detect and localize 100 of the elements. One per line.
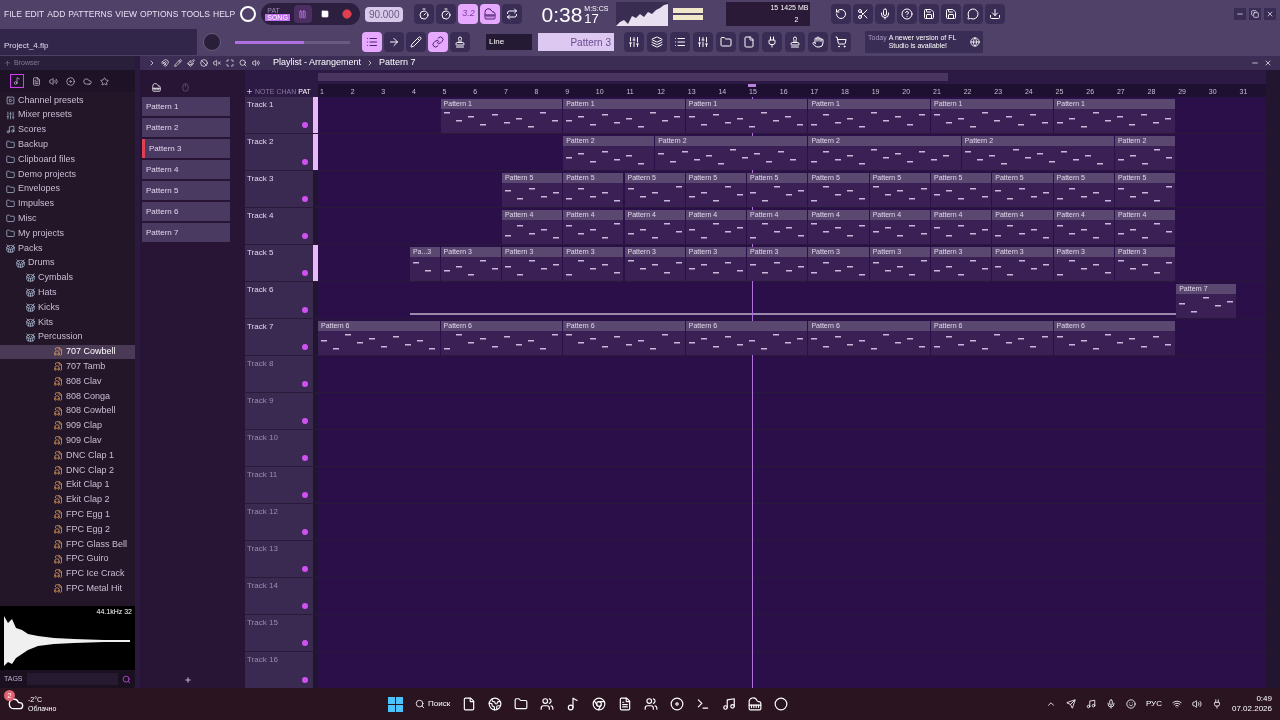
download-button[interactable]: [985, 4, 1006, 24]
browser-item[interactable]: Envelopes: [0, 181, 135, 197]
master-volume-slider[interactable]: [235, 40, 350, 44]
all-tab[interactable]: [10, 74, 24, 88]
volume-icon[interactable]: [1191, 699, 1202, 709]
browser-item[interactable]: Scores: [0, 122, 135, 138]
track-mute-button[interactable]: [302, 307, 308, 313]
star-icon[interactable]: [100, 76, 109, 86]
language-indicator[interactable]: РУС: [1145, 698, 1162, 710]
browser-item[interactable]: Mixer presets: [0, 107, 135, 123]
browser-item[interactable]: FPC Ice Crack: [0, 566, 135, 582]
menu-item[interactable]: EDIT: [24, 7, 45, 21]
browser-item[interactable]: Channel presets: [0, 93, 135, 108]
minimize-button[interactable]: [1234, 8, 1246, 20]
letter-icon[interactable]: [618, 697, 633, 711]
help-button[interactable]: [897, 4, 918, 24]
search-icon[interactable]: [122, 674, 131, 684]
save-as-button[interactable]: [941, 4, 962, 24]
browser-item[interactable]: FPC Guiro: [0, 551, 135, 567]
app-icon[interactable]: [748, 697, 763, 711]
weather-icon[interactable]: [8, 696, 24, 712]
browser-item[interactable]: Kits: [0, 314, 135, 330]
plugin-button[interactable]: [762, 32, 782, 52]
cart-button[interactable]: [831, 32, 851, 52]
browser-item[interactable]: Ekit Clap 2: [0, 492, 135, 508]
globe-icon[interactable]: [592, 697, 607, 711]
browser-item[interactable]: Misc: [0, 211, 135, 227]
browser-item[interactable]: Impulses: [0, 196, 135, 212]
browser-item[interactable]: Percussion: [0, 329, 135, 345]
clock-time[interactable]: 0:49: [1256, 694, 1272, 704]
countdown-button[interactable]: 3.2: [458, 4, 479, 24]
track-header[interactable]: Track 7: [245, 319, 313, 355]
pattern-item[interactable]: Pattern 1: [142, 97, 230, 116]
browser-item[interactable]: 707 Tamb: [0, 359, 135, 375]
track-header[interactable]: Track 11: [245, 467, 313, 503]
horizontal-scrollbar[interactable]: [318, 73, 948, 81]
piano-icon[interactable]: [152, 83, 161, 92]
wifi-icon[interactable]: [1171, 699, 1182, 709]
pattern-item[interactable]: Pattern 2: [142, 118, 230, 137]
cloud-icon[interactable]: [83, 76, 92, 86]
pattern-item[interactable]: Pattern 5: [142, 181, 230, 200]
browser-item[interactable]: Cymbals: [0, 270, 135, 286]
pattern-item[interactable]: Pattern 7: [142, 223, 230, 242]
browser-item[interactable]: FPC Glass Bell: [0, 536, 135, 552]
track-header[interactable]: Track 2: [245, 134, 313, 170]
hand-button[interactable]: [808, 32, 828, 52]
browser-item[interactable]: 909 Clav: [0, 433, 135, 449]
track-mute-button[interactable]: [302, 677, 308, 683]
browser-item[interactable]: My projects: [0, 226, 135, 241]
track-mute-button[interactable]: [302, 233, 308, 239]
start-icon[interactable]: [388, 696, 403, 712]
track-header[interactable]: Track 12: [245, 504, 313, 540]
search-icon[interactable]: [239, 59, 247, 67]
restore-button[interactable]: [1249, 8, 1261, 20]
browser-item[interactable]: Backup: [0, 137, 135, 153]
speaker-icon[interactable]: [252, 59, 260, 67]
speaker-icon[interactable]: [49, 76, 58, 86]
track-mute-button[interactable]: [302, 640, 308, 646]
track-header[interactable]: Track 6: [245, 282, 313, 318]
disc-icon[interactable]: [66, 76, 75, 86]
clock-date[interactable]: 07.02.2026: [1231, 704, 1272, 714]
minimize-icon[interactable]: [1251, 59, 1259, 67]
track-mute-button[interactable]: [302, 159, 308, 165]
browser-icon[interactable]: [488, 697, 503, 711]
microphone-button[interactable]: [875, 4, 896, 24]
list-button[interactable]: [670, 32, 690, 52]
track-mute-button[interactable]: [302, 566, 308, 572]
document-icon[interactable]: [32, 76, 41, 86]
track-mute-button[interactable]: [302, 344, 308, 350]
taskbar-search[interactable]: Поиск: [415, 698, 451, 710]
track-header[interactable]: Track 9: [245, 393, 313, 429]
vertical-scrollbar[interactable]: [1266, 70, 1280, 688]
chat-button[interactable]: [963, 4, 984, 24]
people-icon[interactable]: [540, 697, 555, 711]
music-icon[interactable]: [566, 697, 581, 711]
play-icon[interactable]: [148, 59, 156, 67]
close-icon[interactable]: [1264, 59, 1272, 67]
browser-item[interactable]: 909 Clap: [0, 418, 135, 434]
menu-item[interactable]: VIEW: [115, 7, 138, 21]
pencil-icon[interactable]: [174, 59, 182, 67]
playlist-button[interactable]: [362, 32, 382, 52]
browser-item[interactable]: Demo projects: [0, 167, 135, 182]
browser-item[interactable]: FPC Metal Hit: [0, 581, 135, 597]
arrow-button[interactable]: [384, 32, 404, 52]
track-mute-button[interactable]: [302, 270, 308, 276]
paint-icon[interactable]: [187, 59, 195, 67]
track-header[interactable]: Track 3: [245, 171, 313, 207]
menu-item[interactable]: HELP: [213, 7, 236, 21]
menu-item[interactable]: FILE: [4, 7, 22, 21]
mixer-button[interactable]: [624, 32, 644, 52]
knob-icon[interactable]: [240, 6, 257, 22]
tempo-field[interactable]: 90.000: [364, 6, 404, 22]
close-button[interactable]: [1264, 8, 1276, 20]
add-track-icon[interactable]: [246, 88, 253, 95]
browser-item[interactable]: Drums: [0, 255, 135, 271]
browser-item[interactable]: FPC Egg 1: [0, 507, 135, 523]
browser-item[interactable]: 808 Clav: [0, 374, 135, 389]
track-mute-button[interactable]: [302, 381, 308, 387]
menu-item[interactable]: PATTERNS: [68, 7, 113, 21]
menu-item[interactable]: ADD: [47, 7, 66, 21]
